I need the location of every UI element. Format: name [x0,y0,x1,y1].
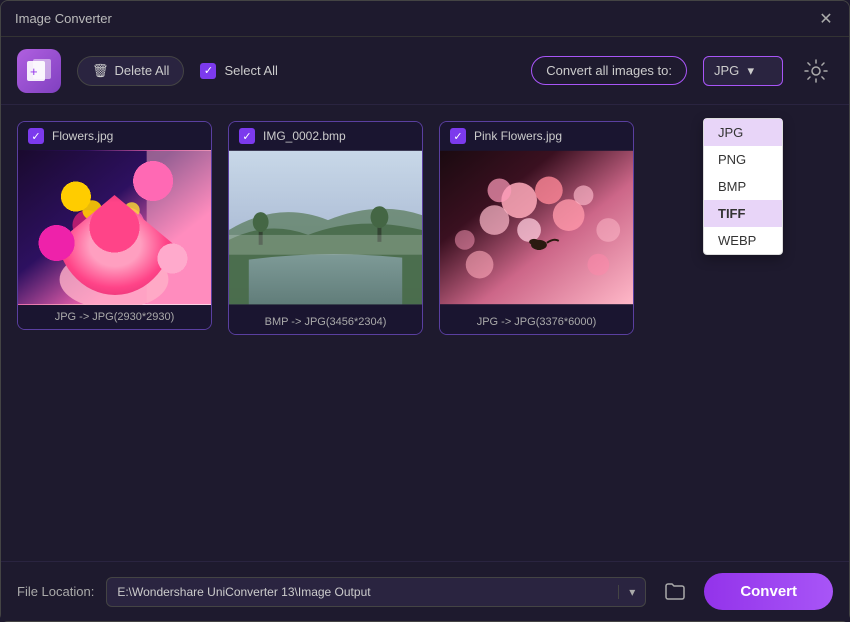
format-select-container: JPG ▾ JPG PNG BMP TIFF WEBP [703,56,783,86]
delete-all-button[interactable]: 🗑 Delete All [77,56,184,86]
trash-icon: 🗑 [92,63,109,79]
open-folder-button[interactable] [658,575,692,609]
card-filename-0: Flowers.jpg [52,129,113,143]
file-path-input[interactable] [107,578,618,606]
image-card-1: IMG_0002.bmp [228,121,423,335]
card-checkbox-1[interactable] [239,128,255,144]
close-button[interactable]: ✕ [817,10,835,28]
footer: File Location: ▾ Convert [1,561,849,621]
card-header-1: IMG_0002.bmp [229,122,422,150]
card-thumbnail-0 [18,150,211,305]
card-header-2: Pink Flowers.jpg [440,122,633,150]
select-all-checkbox[interactable] [200,63,216,79]
image-card-2: Pink Flowers.jpg [439,121,634,335]
card-thumbnail-1 [229,150,422,310]
card-filename-2: Pink Flowers.jpg [474,129,562,143]
window-title: Image Converter [15,11,112,26]
format-option-webp[interactable]: WEBP [704,227,782,254]
format-option-bmp[interactable]: BMP [704,173,782,200]
svg-text:+: + [30,64,38,79]
chevron-down-icon: ▾ [747,63,754,79]
select-all-label[interactable]: Select All [200,63,277,79]
toolbar: + 🗑 Delete All Select All Convert all im… [1,37,849,105]
format-option-tiff[interactable]: TIFF [704,200,782,227]
card-caption-2: JPG -> JPG(3376*6000) [440,310,633,334]
card-checkbox-0[interactable] [28,128,44,144]
card-checkbox-2[interactable] [450,128,466,144]
file-location-label: File Location: [17,584,94,599]
delete-all-label: Delete All [115,63,170,78]
select-all-text: Select All [224,63,277,78]
format-dropdown: JPG PNG BMP TIFF WEBP [703,118,783,255]
file-path-wrapper: ▾ [106,577,646,607]
card-thumbnail-2 [440,150,633,310]
format-select[interactable]: JPG ▾ [703,56,783,86]
image-card-0: Flowers.jpg [17,121,212,330]
path-dropdown-button[interactable]: ▾ [618,585,645,599]
main-window: Image Converter ✕ + 🗑 Delete All Select … [0,0,850,622]
card-header-0: Flowers.jpg [18,122,211,150]
title-bar: Image Converter ✕ [1,1,849,37]
format-selected-value: JPG [714,63,739,78]
convert-all-images-label: Convert all images to: [531,56,687,85]
card-caption-0: JPG -> JPG(2930*2930) [18,305,211,329]
format-option-png[interactable]: PNG [704,146,782,173]
format-option-jpg[interactable]: JPG [704,119,782,146]
convert-button[interactable]: Convert [704,573,833,610]
app-icon: + [17,49,61,93]
settings-icon[interactable] [799,54,833,88]
card-caption-1: BMP -> JPG(3456*2304) [229,310,422,334]
card-filename-1: IMG_0002.bmp [263,129,346,143]
